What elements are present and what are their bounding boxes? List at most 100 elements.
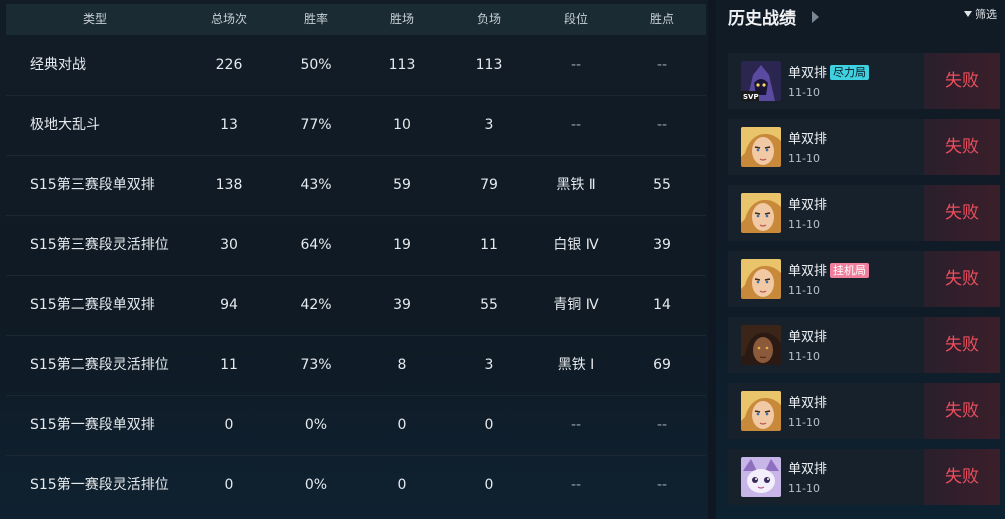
cell-tier: 青铜 Ⅳ bbox=[553, 297, 599, 313]
cell-lp: -- bbox=[656, 417, 668, 433]
header-wins: 胜场 bbox=[389, 12, 415, 26]
svp-badge: SVP bbox=[743, 93, 759, 101]
cell-losses: 79 bbox=[480, 177, 498, 193]
match-date: 11-10 bbox=[788, 152, 820, 165]
match-tag: 尽力局 bbox=[830, 65, 870, 80]
cell-winrate: 64% bbox=[300, 237, 332, 253]
match-history-panel: 历史战绩 筛选 SVP 单双排 尽力局 11-10 失败 单双排 11-10 失… bbox=[716, 0, 1005, 519]
ranked-stats-panel: 类型 总场次 胜率 胜场 负场 段位 胜点 经典对战 226 50% 113 1… bbox=[0, 0, 708, 519]
cell-type: S15第三赛段灵活排位 bbox=[30, 237, 169, 253]
match-result: 失败 bbox=[924, 383, 1000, 439]
cell-tier: -- bbox=[570, 117, 582, 133]
cell-winrate: 50% bbox=[300, 57, 332, 73]
match-result: 失败 bbox=[924, 449, 1000, 505]
yordle-champion-icon bbox=[741, 457, 781, 497]
cell-total: 13 bbox=[220, 117, 238, 133]
match-mode-label: 单双排 bbox=[788, 66, 828, 81]
match-date: 11-10 bbox=[788, 416, 820, 429]
cell-type: S15第二赛段单双排 bbox=[30, 297, 155, 313]
cell-losses: 0 bbox=[484, 477, 494, 493]
cell-losses: 55 bbox=[480, 297, 498, 313]
match-mode: 单双排 bbox=[788, 458, 827, 477]
match-card[interactable]: 单双排 11-10 失败 bbox=[728, 383, 1000, 439]
cell-winrate: 42% bbox=[300, 297, 332, 313]
header-losses: 负场 bbox=[476, 12, 502, 26]
match-mode: 单双排 挂机局 bbox=[788, 260, 870, 279]
match-mode-label: 单双排 bbox=[788, 396, 828, 411]
table-row: S15第二赛段灵活排位 11 73% 8 3 黑铁 Ⅰ 69 bbox=[6, 335, 706, 396]
match-mode: 单双排 bbox=[788, 194, 827, 213]
history-title[interactable]: 历史战绩 bbox=[728, 4, 796, 29]
table-row: 极地大乱斗 13 77% 10 3 -- -- bbox=[6, 95, 706, 156]
blonde-champion-icon bbox=[741, 127, 781, 167]
match-card[interactable]: SVP 单双排 尽力局 11-10 失败 bbox=[728, 53, 1000, 109]
table-row: S15第一赛段单双排 0 0% 0 0 -- -- bbox=[6, 395, 706, 456]
cell-tier: 黑铁 Ⅰ bbox=[557, 357, 595, 373]
match-date: 11-10 bbox=[788, 350, 820, 363]
header-tier: 段位 bbox=[563, 12, 589, 26]
cell-losses: 0 bbox=[484, 417, 494, 433]
match-result: 失败 bbox=[924, 317, 1000, 373]
header-winrate: 胜率 bbox=[303, 12, 329, 26]
cell-tier: -- bbox=[570, 57, 582, 73]
match-card[interactable]: 单双排 11-10 失败 bbox=[728, 185, 1000, 241]
cell-lp: 69 bbox=[653, 357, 671, 373]
match-card[interactable]: 单双排 11-10 失败 bbox=[728, 317, 1000, 373]
cell-wins: 59 bbox=[393, 177, 411, 193]
match-tag: 挂机局 bbox=[830, 263, 870, 278]
cell-type: S15第三赛段单双排 bbox=[30, 177, 155, 193]
dark-mage-champion-icon: SVP bbox=[741, 61, 781, 101]
cell-total: 226 bbox=[215, 57, 243, 73]
match-mode-label: 单双排 bbox=[788, 264, 828, 279]
cell-losses: 3 bbox=[484, 117, 494, 133]
cell-lp: -- bbox=[656, 117, 668, 133]
header-total: 总场次 bbox=[210, 12, 248, 26]
match-result: 失败 bbox=[924, 251, 1000, 307]
cell-total: 94 bbox=[220, 297, 238, 313]
cell-type: 经典对战 bbox=[30, 57, 86, 73]
match-mode-label: 单双排 bbox=[788, 132, 828, 147]
match-date: 11-10 bbox=[788, 482, 820, 495]
cell-lp: 39 bbox=[653, 237, 671, 253]
table-row: S15第三赛段灵活排位 30 64% 19 11 白银 Ⅳ 39 bbox=[6, 215, 706, 276]
table-row: S15第三赛段单双排 138 43% 59 79 黑铁 Ⅱ 55 bbox=[6, 155, 706, 216]
cell-wins: 8 bbox=[397, 357, 407, 373]
cell-winrate: 0% bbox=[304, 477, 328, 493]
filter-button[interactable]: 筛选 bbox=[964, 6, 997, 22]
cell-wins: 0 bbox=[397, 477, 407, 493]
cell-lp: 14 bbox=[653, 297, 671, 313]
cell-winrate: 0% bbox=[304, 417, 328, 433]
filter-icon bbox=[964, 11, 972, 17]
cell-wins: 10 bbox=[393, 117, 411, 133]
cell-losses: 11 bbox=[480, 237, 498, 253]
cell-type: 极地大乱斗 bbox=[30, 117, 100, 133]
header-lp: 胜点 bbox=[649, 12, 675, 26]
cell-wins: 113 bbox=[388, 57, 416, 73]
stats-table-header: 类型 总场次 胜率 胜场 负场 段位 胜点 bbox=[6, 4, 706, 35]
chevron-right-icon[interactable] bbox=[812, 11, 819, 23]
match-result: 失败 bbox=[924, 185, 1000, 241]
cell-total: 0 bbox=[224, 477, 234, 493]
cell-tier: -- bbox=[570, 417, 582, 433]
blonde-champion-icon bbox=[741, 391, 781, 431]
match-mode: 单双排 尽力局 bbox=[788, 62, 870, 81]
match-card[interactable]: 单双排 挂机局 11-10 失败 bbox=[728, 251, 1000, 307]
cell-winrate: 77% bbox=[300, 117, 332, 133]
cell-total: 11 bbox=[220, 357, 238, 373]
dark-haired-champion-icon bbox=[741, 325, 781, 365]
header-type: 类型 bbox=[82, 12, 108, 26]
table-row: 经典对战 226 50% 113 113 -- -- bbox=[6, 35, 706, 96]
cell-winrate: 73% bbox=[300, 357, 332, 373]
cell-losses: 3 bbox=[484, 357, 494, 373]
cell-total: 30 bbox=[220, 237, 238, 253]
match-date: 11-10 bbox=[788, 86, 820, 99]
cell-wins: 39 bbox=[393, 297, 411, 313]
match-date: 11-10 bbox=[788, 284, 820, 297]
match-card[interactable]: 单双排 11-10 失败 bbox=[728, 119, 1000, 175]
match-card[interactable]: 单双排 11-10 失败 bbox=[728, 449, 1000, 505]
table-row: S15第一赛段灵活排位 0 0% 0 0 -- -- bbox=[6, 455, 706, 515]
match-mode: 单双排 bbox=[788, 392, 827, 411]
cell-tier: 黑铁 Ⅱ bbox=[556, 177, 596, 193]
match-date: 11-10 bbox=[788, 218, 820, 231]
match-mode-label: 单双排 bbox=[788, 198, 828, 213]
